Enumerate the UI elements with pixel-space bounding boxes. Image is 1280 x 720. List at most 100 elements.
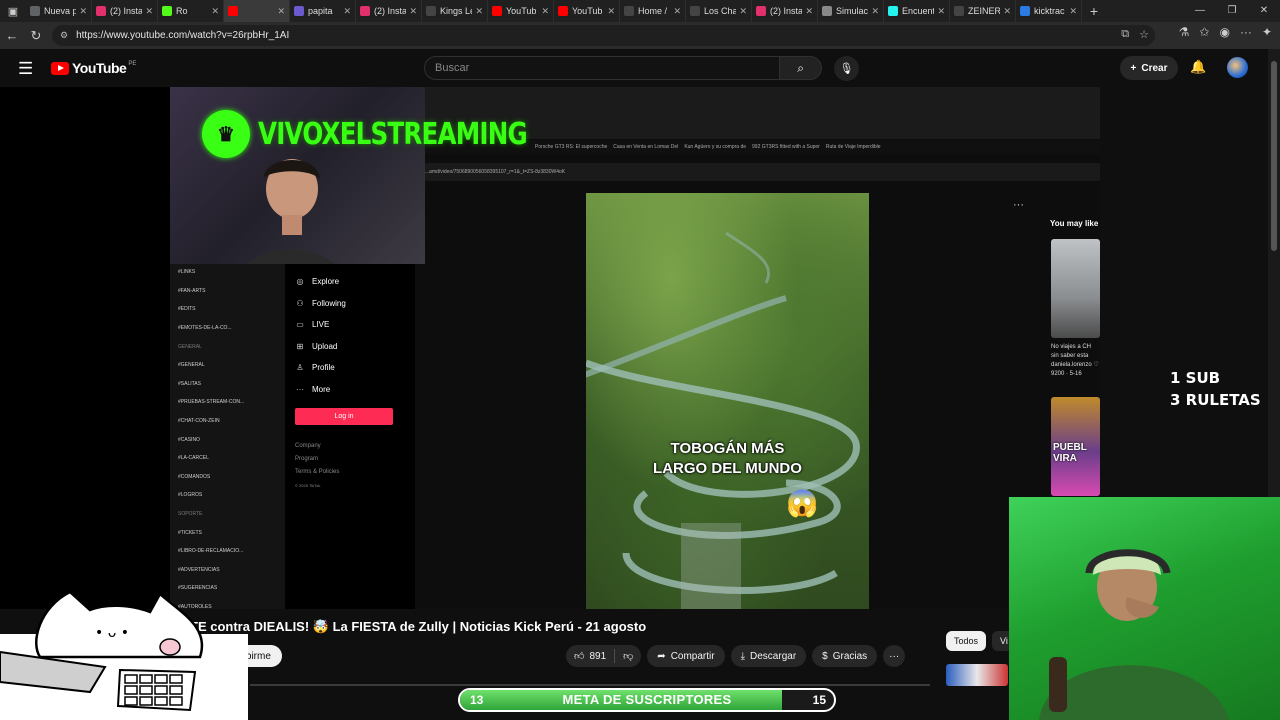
browser-tab[interactable]: YouTub ✕: [488, 0, 554, 22]
browser-tab[interactable]: kicktrac ✕: [1016, 0, 1082, 22]
reload-icon[interactable]: ↻: [24, 28, 48, 44]
tab-favicon-icon: [360, 6, 370, 16]
captured-tab: Kun Agüero y su compra de: [684, 144, 747, 150]
tab-favicon-icon: [1020, 6, 1030, 16]
tiktok-nav-label: Profile: [312, 363, 335, 373]
cat-mascot: • ᴗ •: [0, 590, 248, 720]
browser-tab[interactable]: Simulac ✕: [818, 0, 884, 22]
captured-url-bar: ...amd/video/7506890056058395107_r=1&_t=…: [425, 163, 1100, 181]
overlay-line-1: 1 SUB: [1170, 369, 1221, 387]
browser-tab[interactable]: Kings Le ✕: [422, 0, 488, 22]
tiktok-nav: ◎ Explore ⚇ Following ▭ LIVE ⊞ Upload ♙ Profile ··…: [295, 271, 415, 400]
scrollbar-thumb[interactable]: [1271, 61, 1277, 251]
tiktok-nav-item: ◎ Explore: [295, 271, 415, 293]
extensions-icon[interactable]: ⚗: [1179, 25, 1190, 39]
suggested-thumb-text: PUEBL VIRA: [1053, 442, 1087, 464]
chip-all[interactable]: Todos: [946, 631, 987, 651]
tab-favicon-icon: [162, 6, 172, 16]
channel-label: COMANDOS: [180, 473, 211, 480]
browser-tab[interactable]: Nueva p ✕: [26, 0, 92, 22]
window-menu-icon[interactable]: ▣: [0, 0, 26, 22]
browser-tab[interactable]: papita ✕: [290, 0, 356, 22]
you-may-like-heading: You may like: [1050, 219, 1099, 228]
browser-tab[interactable]: Home / ✕: [620, 0, 686, 22]
restore-icon[interactable]: ❐: [1216, 0, 1248, 22]
settings-more-icon[interactable]: ···: [1240, 25, 1252, 39]
tab-close-icon[interactable]: ✕: [145, 6, 153, 17]
dislike-button[interactable]: 👎︎: [615, 645, 641, 667]
channel-item: # ADVERTENCIAS: [170, 561, 285, 580]
channel-label: EDITS: [180, 306, 196, 313]
url-text: https://www.youtube.com/watch?v=26rpbHr_…: [76, 30, 290, 41]
browser-tab[interactable]: (2) Insta ✕: [92, 0, 158, 22]
profile-icon[interactable]: ◉: [1219, 25, 1229, 39]
channel-item: # LINKS: [170, 263, 285, 282]
browser-tab[interactable]: Los Cha ✕: [686, 0, 752, 22]
like-dislike-group: 👍︎ 891 👎︎: [566, 645, 642, 667]
tab-favicon-icon: [954, 6, 964, 16]
like-button[interactable]: 👍︎ 891: [566, 645, 614, 667]
browser-tab-strip: ▣ Nueva p ✕ (2) Insta ✕ Ro ✕ ✕ papita ✕ (2) Insta…: [0, 0, 1280, 22]
tab-label: YouTub: [506, 6, 537, 16]
captured-tab: Casa en Venta en Lomas Del: [613, 144, 679, 150]
favorite-star-icon[interactable]: ☆: [1139, 28, 1149, 41]
video-title: TE contra DIEALIS! 🤯 La FIESTA de Zully …: [190, 619, 647, 634]
site-info-icon[interactable]: ⚙: [60, 30, 68, 41]
browser-tab[interactable]: (2) Insta ✕: [356, 0, 422, 22]
recommended-video-thumbnail[interactable]: [946, 664, 1008, 686]
logo-word: YouTube: [72, 60, 127, 76]
tab-close-icon[interactable]: ✕: [409, 6, 417, 17]
download-button[interactable]: ⤓ Descargar: [730, 645, 807, 667]
browser-tab[interactable]: ZEINER ✕: [950, 0, 1016, 22]
minimize-icon[interactable]: —: [1184, 0, 1216, 22]
right-sidebar: [1100, 87, 1268, 497]
voice-search-button[interactable]: 🎙: [834, 56, 859, 81]
tiktok-footer: Company Program Terms & Policies © 2025 …: [295, 440, 415, 492]
new-tab-button[interactable]: +: [1082, 3, 1106, 19]
tab-close-icon[interactable]: ✕: [211, 6, 219, 17]
back-icon[interactable]: ←: [0, 28, 24, 43]
browser-tab[interactable]: (2) Insta ✕: [752, 0, 818, 22]
copilot-icon[interactable]: ✦: [1262, 25, 1272, 39]
browser-tab[interactable]: Encuent ✕: [884, 0, 950, 22]
tab-close-icon[interactable]: ✕: [805, 6, 813, 17]
tab-close-icon[interactable]: ✕: [1003, 6, 1011, 17]
tab-close-icon[interactable]: ✕: [1069, 6, 1077, 17]
search-input[interactable]: Buscar: [424, 56, 781, 80]
tab-close-icon[interactable]: ✕: [937, 6, 945, 17]
open-in-app-icon[interactable]: ⧉: [1121, 28, 1129, 41]
tab-close-icon[interactable]: ✕: [541, 6, 549, 17]
tab-close-icon[interactable]: ✕: [871, 6, 879, 17]
tiktok-nav-item: ⚇ Following: [295, 293, 415, 315]
tiktok-nav-item: ♙ Profile: [295, 357, 415, 379]
tab-close-icon[interactable]: ✕: [277, 6, 285, 17]
suggested-thumbnail: [1051, 239, 1100, 338]
video-caption: TOBOGÁN MÁS LARGO DEL MUNDO: [586, 439, 869, 479]
hamburger-menu-icon[interactable]: ☰: [18, 59, 33, 79]
browser-tab[interactable]: ✕: [224, 0, 290, 22]
tab-close-icon[interactable]: ✕: [79, 6, 87, 17]
channel-label: GENERAL: [180, 362, 205, 369]
account-avatar[interactable]: [1227, 57, 1248, 78]
tab-label: (2) Insta: [110, 6, 143, 16]
browser-tab[interactable]: Ro ✕: [158, 0, 224, 22]
more-actions-button[interactable]: ···: [883, 645, 906, 667]
tab-close-icon[interactable]: ✕: [673, 6, 681, 17]
tab-label: YouTub: [572, 6, 603, 16]
close-window-icon[interactable]: ✕: [1248, 0, 1280, 22]
tab-label: Los Cha: [704, 6, 737, 16]
create-button[interactable]: + Crear: [1120, 56, 1178, 80]
thanks-button[interactable]: $ Gracias: [812, 645, 878, 667]
tab-close-icon[interactable]: ✕: [607, 6, 615, 17]
url-field[interactable]: ⚙ https://www.youtube.com/watch?v=26rpbH…: [52, 25, 1155, 46]
browser-tab[interactable]: YouTub ✕: [554, 0, 620, 22]
tab-close-icon[interactable]: ✕: [475, 6, 483, 17]
notifications-bell-icon[interactable]: 🔔: [1190, 59, 1206, 75]
favorites-icon[interactable]: ✩: [1199, 25, 1209, 39]
youtube-logo[interactable]: YouTube PE: [51, 60, 136, 76]
tab-close-icon[interactable]: ✕: [343, 6, 351, 17]
search-button[interactable]: ⌕: [780, 56, 822, 80]
caption-line-2: LARGO DEL MUNDO: [653, 460, 802, 477]
tab-close-icon[interactable]: ✕: [739, 6, 747, 17]
share-button[interactable]: ➦ Compartir: [647, 645, 725, 667]
